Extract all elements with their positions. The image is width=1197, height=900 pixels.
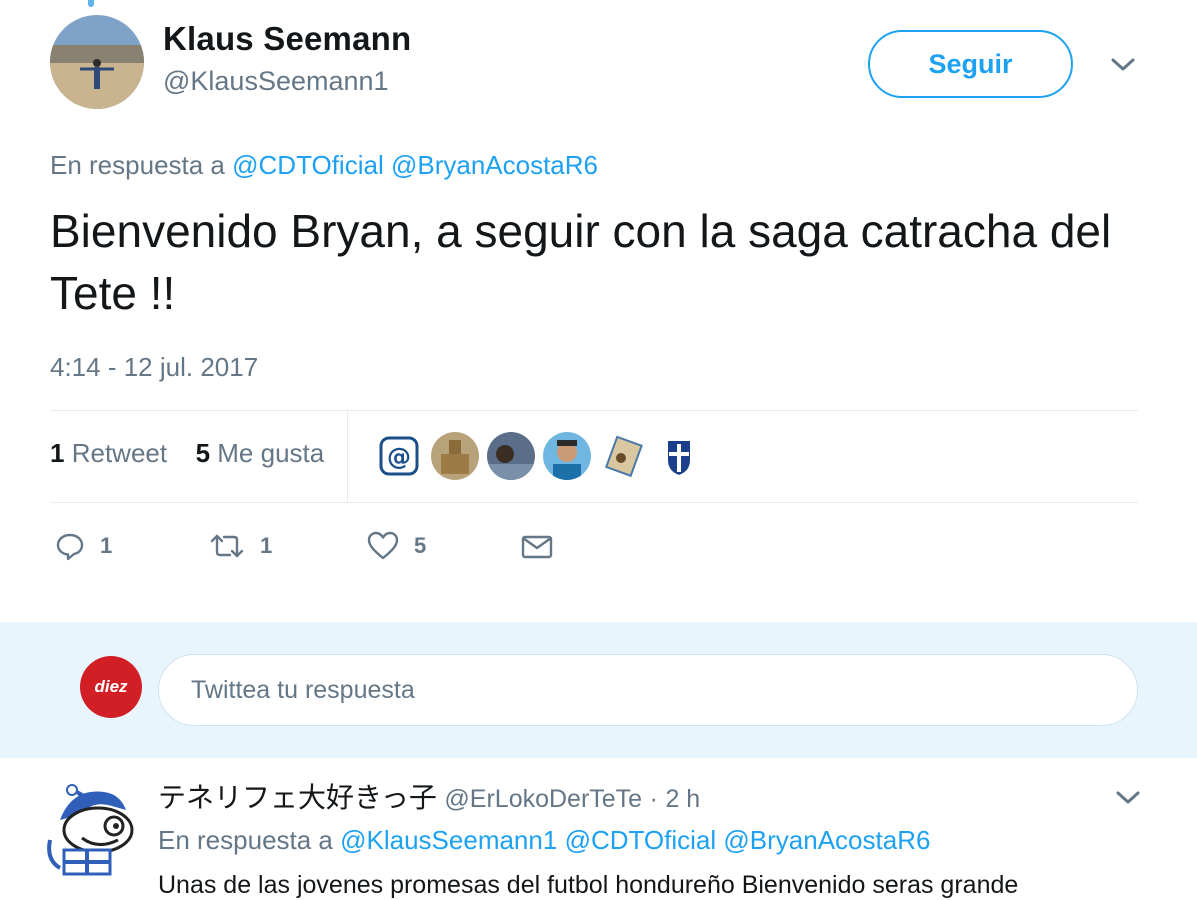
like-count: 5	[414, 533, 427, 558]
reply-action[interactable]: 1	[54, 525, 112, 567]
svg-text:@: @	[387, 443, 411, 471]
mention-link[interactable]: @BryanAcostaR6	[723, 825, 930, 855]
retweet-count: 1	[260, 533, 273, 558]
tweet-stats: 1 Retweet 5 Me gusta	[50, 438, 324, 469]
likes-stat[interactable]: 5 Me gusta	[196, 438, 325, 468]
reply-count: 1	[100, 533, 113, 558]
author-handle[interactable]: @KlausSeemann1	[163, 66, 389, 97]
liker-avatar[interactable]	[431, 432, 479, 480]
reply-input[interactable]: Twittea tu respuesta	[158, 654, 1138, 726]
header-separator: ·	[649, 785, 658, 813]
direct-message-action[interactable]	[520, 525, 554, 567]
liker-avatars: @	[375, 432, 703, 480]
retweet-icon	[208, 530, 246, 562]
reply-author-name[interactable]: テネリフェ大好きっ子	[158, 782, 437, 813]
avatar-logo-text: diez	[94, 677, 128, 696]
reply-author-avatar[interactable]	[42, 780, 142, 880]
reply-author-header: テネリフェ大好きっ子 @ErLokoDerTeTe · 2 h	[158, 776, 700, 816]
top-accent-bar	[88, 0, 94, 7]
tweet-timestamp[interactable]: 4:14 - 12 jul. 2017	[50, 352, 258, 383]
divider	[50, 410, 1138, 411]
chevron-down-icon[interactable]	[1113, 785, 1143, 809]
heart-icon	[366, 530, 400, 562]
reply-icon	[54, 530, 86, 562]
reply-prefix: En respuesta a	[50, 150, 225, 180]
envelope-icon	[520, 530, 554, 562]
stats-divider	[347, 411, 348, 502]
author-avatar[interactable]	[50, 15, 144, 109]
team-crest-icon[interactable]	[655, 432, 703, 480]
current-user-avatar: diez	[80, 656, 142, 718]
reply-time[interactable]: 2 h	[665, 785, 700, 813]
mention-link[interactable]: @KlausSeemann1	[340, 825, 557, 855]
reply-author-handle[interactable]: @ErLokoDerTeTe	[444, 785, 642, 813]
reply-prefix: En respuesta a	[158, 825, 333, 855]
author-name[interactable]: Klaus Seemann	[163, 20, 411, 58]
reply-tweet-text: Unas de las jovenes promesas del futbol …	[158, 871, 1019, 899]
mention-link[interactable]: @CDTOficial	[232, 150, 384, 180]
reply-context: En respuesta a @KlausSeemann1 @CDTOficia…	[158, 825, 930, 856]
like-action[interactable]: 5	[366, 525, 426, 567]
reply-context: En respuesta a @CDTOficial @BryanAcostaR…	[50, 150, 598, 181]
liker-avatar[interactable]	[599, 432, 647, 480]
mention-link[interactable]: @BryanAcostaR6	[391, 150, 598, 180]
reply-composer: diez Twittea tu respuesta	[0, 622, 1197, 758]
divider	[50, 502, 1138, 503]
retweet-action[interactable]: 1	[208, 525, 272, 567]
retweets-stat[interactable]: 1 Retweet	[50, 438, 167, 468]
mention-link[interactable]: @CDTOficial	[565, 825, 717, 855]
liker-avatar[interactable]	[487, 432, 535, 480]
at-sign-icon[interactable]: @	[375, 432, 423, 480]
chevron-down-icon[interactable]	[1108, 52, 1138, 76]
tweet-text: Bienvenido Bryan, a seguir con la saga c…	[50, 205, 1112, 319]
tweet-actions: 1 1 5	[50, 525, 570, 567]
follow-button[interactable]: Seguir	[868, 30, 1073, 98]
liker-avatar[interactable]	[543, 432, 591, 480]
